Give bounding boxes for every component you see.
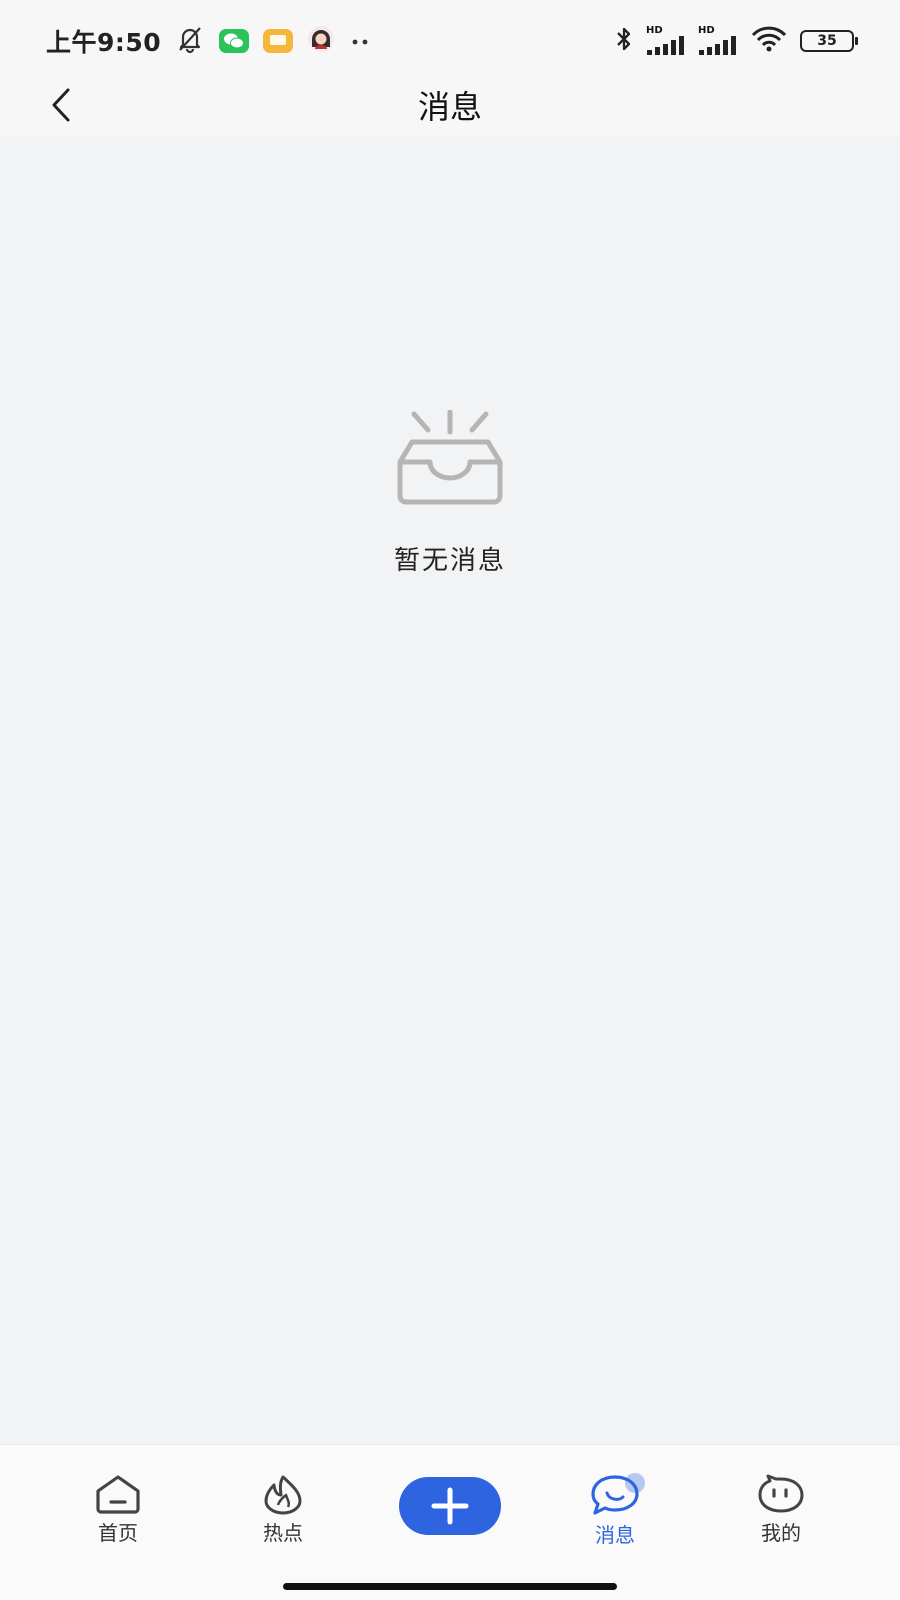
- page-title: 消息: [417, 88, 482, 126]
- messages-screen: 上午9:50 HD HD 35 消息 暂无消息 首页 热点 消息 我的: [0, 0, 900, 1600]
- empty-state: 暂无消息: [0, 410, 900, 577]
- empty-inbox-icon: [397, 410, 503, 505]
- signal-strength-icon-1: HD: [646, 26, 686, 56]
- tab-home[interactable]: 首页: [63, 1473, 173, 1553]
- tab-profile[interactable]: 我的: [726, 1473, 836, 1553]
- tab-profile-label: 我的: [761, 1521, 801, 1545]
- empty-message: 暂无消息: [393, 546, 506, 576]
- more-notifications-icon: [349, 32, 373, 51]
- message-app-icon: [263, 29, 294, 53]
- wifi-icon: [750, 25, 788, 57]
- tab-messages[interactable]: 消息: [560, 1473, 670, 1553]
- flame-icon: [264, 1475, 302, 1515]
- status-time: 上午9:50: [46, 28, 162, 57]
- bottom-tab-bar: 首页 热点 消息 我的: [0, 1444, 900, 1600]
- wechat-app-icon: [219, 29, 250, 53]
- chat-bubble-icon: [591, 1473, 645, 1515]
- signal-strength-icon-2: HD: [698, 26, 738, 56]
- bell-muted-icon: [175, 24, 205, 58]
- nav-header: 消息: [0, 78, 900, 136]
- face-icon: [758, 1474, 804, 1513]
- tab-hot-label: 热点: [263, 1521, 303, 1545]
- add-button[interactable]: [399, 1477, 501, 1535]
- status-right: HD HD 35: [614, 22, 858, 60]
- bluetooth-icon: [614, 24, 634, 58]
- tab-messages-label: 消息: [595, 1523, 635, 1547]
- signal-hd-label: HD: [698, 25, 715, 36]
- status-bar: 上午9:50 HD HD 35: [0, 0, 900, 78]
- home-icon: [96, 1475, 140, 1514]
- avatar-app-icon: [307, 25, 335, 57]
- home-indicator[interactable]: [283, 1583, 617, 1590]
- tab-home-label: 首页: [98, 1521, 138, 1545]
- battery-icon: 35: [800, 30, 858, 52]
- signal-hd-label: HD: [646, 25, 663, 36]
- plus-icon: [431, 1487, 469, 1525]
- status-left: 上午9:50: [46, 22, 373, 60]
- tab-hot[interactable]: 热点: [228, 1473, 338, 1553]
